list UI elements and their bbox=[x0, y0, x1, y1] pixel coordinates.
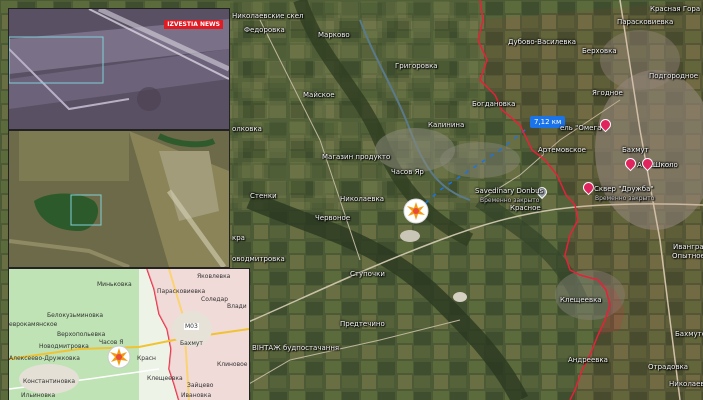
inset-place-label: Новодмитровка bbox=[39, 343, 89, 350]
place-label: Ступочки bbox=[350, 270, 385, 278]
road-number: М03 bbox=[184, 323, 199, 330]
place-label: Школо bbox=[653, 161, 678, 169]
inset-place-label: Бахмут bbox=[180, 340, 203, 347]
place-label: Магазин продукто bbox=[322, 153, 391, 161]
inset-place-label: Ивановка bbox=[181, 392, 212, 399]
place-label: Федоровка bbox=[244, 26, 285, 34]
inset-place-label: Зайцево bbox=[187, 382, 214, 389]
place-label: Сквер "Дружба" bbox=[594, 185, 654, 193]
place-label: Берховка bbox=[582, 47, 617, 55]
place-label: Марково bbox=[318, 31, 350, 39]
place-label: ВІНТАЖ будпостачання bbox=[252, 344, 340, 352]
place-label: Предтечино bbox=[340, 320, 385, 328]
drone-footage-inset-middle[interactable] bbox=[8, 130, 230, 268]
inset-place-label: Ильиновка bbox=[21, 392, 56, 399]
inset-place-label: Клиновое bbox=[217, 361, 248, 368]
place-label: Червоное bbox=[315, 214, 351, 222]
place-label: Клещеевка bbox=[560, 296, 602, 304]
inset-place-label: Яковлевка bbox=[197, 273, 231, 280]
place-label: Дубово-Василевка bbox=[508, 38, 577, 46]
location-inset-map[interactable]: Яковлевка Миньковка Парасковиевка Соледа… bbox=[8, 268, 250, 400]
tv-logo: IZVESTIA NEWS bbox=[164, 20, 223, 29]
inset-place-label: Алексеево-Дружковка bbox=[9, 355, 80, 362]
place-label: Ягодное bbox=[592, 89, 623, 97]
inset-place-label: Верхопольевка bbox=[57, 331, 106, 338]
inset-place-label: еврокамянское bbox=[9, 321, 58, 328]
place-label: Николаевка bbox=[669, 380, 703, 388]
place-sublabel: Временно закрыто bbox=[595, 195, 655, 202]
place-label: Отрадовка bbox=[648, 363, 689, 371]
map-viewer[interactable]: Николаевские скел Федоровка Марково Григ… bbox=[0, 0, 703, 400]
place-label: Григоровка bbox=[395, 62, 438, 70]
explosion-icon[interactable] bbox=[107, 345, 131, 369]
place-label: олковка bbox=[232, 125, 262, 133]
place-label: Николаевка bbox=[340, 195, 385, 203]
inset-place-label: Парасковиевка bbox=[157, 288, 206, 295]
inset-place-label: Белокузьминовка bbox=[47, 312, 104, 319]
place-label: Savedinary Donbus bbox=[475, 187, 544, 195]
place-label: Красное bbox=[510, 204, 541, 212]
inset-place-label: Клещеевка bbox=[147, 375, 183, 382]
place-label: Калинина bbox=[428, 121, 465, 129]
inset-place-label: Константиновка bbox=[23, 378, 76, 385]
drone-footage-inset-top[interactable]: IZVESTIA NEWS bbox=[8, 8, 230, 130]
place-label: Подгородное bbox=[649, 72, 699, 80]
place-label: ель "Омега" bbox=[560, 124, 605, 132]
place-label: Николаевские скел bbox=[232, 12, 304, 20]
place-label: Часов Яр bbox=[391, 168, 424, 176]
place-label: Опытное bbox=[672, 252, 703, 260]
place-label: Стенки bbox=[250, 192, 277, 200]
inset-place-label: Миньковка bbox=[97, 281, 132, 288]
inset-place-label: Влади bbox=[227, 303, 247, 310]
place-label: кра bbox=[232, 234, 245, 242]
inset-place-label: Соледар bbox=[201, 296, 229, 303]
place-label: Майское bbox=[303, 91, 335, 99]
place-label: Бахмут bbox=[622, 146, 649, 154]
place-label: Богдановка bbox=[472, 100, 516, 108]
place-label: Красная Гора bbox=[650, 5, 701, 13]
inset-place-label: Красн bbox=[137, 355, 156, 362]
place-label: Парасковиевка bbox=[617, 18, 674, 26]
place-label: Иванград bbox=[673, 243, 703, 251]
place-label: Бахмутск bbox=[675, 330, 703, 338]
place-label: Артемовское bbox=[538, 146, 586, 154]
place-label: оводмитровка bbox=[232, 255, 285, 263]
place-label: Андреевка bbox=[568, 356, 608, 364]
explosion-icon[interactable] bbox=[403, 198, 429, 224]
